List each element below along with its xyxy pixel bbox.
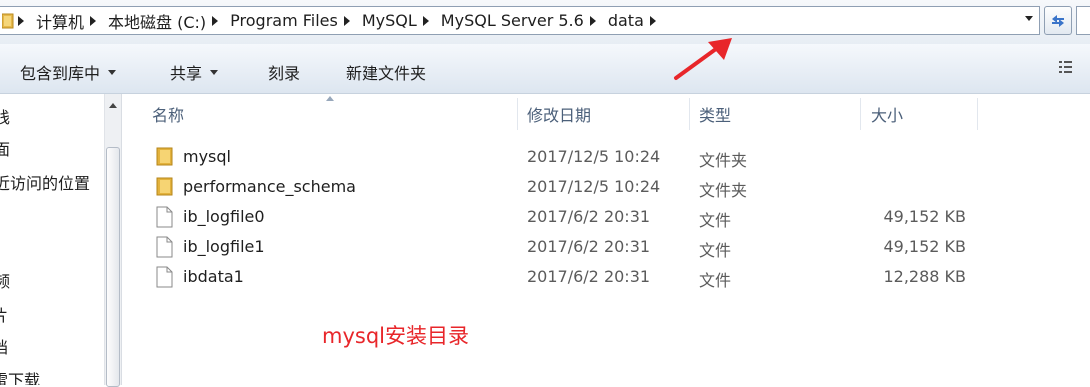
nav-item-recent-places[interactable]: 近访问的位置 bbox=[0, 170, 90, 194]
file-row[interactable]: ib_logfile1 2017/6/2 20:31 文件 49,152 KB bbox=[122, 232, 1090, 262]
breadcrumb-program-files[interactable]: Program Files bbox=[230, 11, 338, 30]
share-button[interactable]: 共享 bbox=[170, 60, 219, 84]
breadcrumb-computer[interactable]: 计算机 bbox=[36, 9, 84, 33]
include-in-library-label: 包含到库中 bbox=[20, 64, 101, 83]
nav-item[interactable]: 栈 bbox=[0, 104, 10, 128]
annotation-label: mysql安装目录 bbox=[322, 324, 469, 348]
column-header-size[interactable]: 大小 bbox=[871, 94, 971, 134]
file-icon bbox=[156, 206, 173, 228]
file-date: 2017/12/5 10:24 bbox=[527, 177, 661, 196]
navigation-pane: 栈 面 近访问的位置 频 片 档 雷下载 bbox=[0, 94, 104, 385]
view-options-icon[interactable] bbox=[1058, 59, 1078, 75]
breadcrumb-separator-icon[interactable] bbox=[589, 15, 596, 26]
breadcrumb: 计算机 本地磁盘 (C:) Program Files MySQL MySQL … bbox=[18, 7, 668, 34]
nav-item[interactable]: 面 bbox=[0, 136, 10, 160]
navigation-scrollbar[interactable] bbox=[104, 94, 122, 387]
breadcrumb-separator-icon[interactable] bbox=[18, 15, 24, 26]
breadcrumb-mysql[interactable]: MySQL bbox=[362, 11, 417, 30]
file-list: 名称 修改日期 类型 大小 mysql 2017/12/5 10:24 文件夹 … bbox=[122, 94, 1090, 385]
column-divider[interactable] bbox=[517, 98, 518, 130]
scroll-up-icon[interactable] bbox=[109, 103, 117, 108]
file-type: 文件 bbox=[699, 211, 732, 230]
new-folder-label: 新建文件夹 bbox=[346, 64, 427, 83]
refresh-icon bbox=[1052, 15, 1064, 27]
file-type: 文件 bbox=[699, 271, 732, 290]
file-type: 文件 bbox=[699, 241, 732, 260]
breadcrumb-mysql-server[interactable]: MySQL Server 5.6 bbox=[441, 11, 584, 30]
file-row[interactable]: performance_schema 2017/12/5 10:24 文件夹 bbox=[122, 172, 1090, 202]
breadcrumb-separator-icon[interactable] bbox=[422, 15, 429, 26]
column-divider[interactable] bbox=[977, 98, 978, 130]
chevron-down-icon bbox=[210, 69, 219, 75]
file-row[interactable]: ib_logfile0 2017/6/2 20:31 文件 49,152 KB bbox=[122, 202, 1090, 232]
file-type: 文件夹 bbox=[699, 151, 748, 170]
chevron-down-icon[interactable] bbox=[1025, 16, 1033, 21]
include-in-library-button[interactable]: 包含到库中 bbox=[20, 60, 117, 84]
breadcrumb-separator-icon[interactable] bbox=[90, 15, 97, 26]
chevron-down-icon bbox=[108, 69, 117, 75]
file-size: 49,152 KB bbox=[883, 207, 966, 226]
address-row: 计算机 本地磁盘 (C:) Program Files MySQL MySQL … bbox=[0, 0, 1090, 44]
file-date: 2017/6/2 20:31 bbox=[527, 237, 651, 256]
column-header-date-label: 修改日期 bbox=[527, 106, 592, 125]
refresh-button[interactable] bbox=[1044, 6, 1072, 35]
file-date: 2017/12/5 10:24 bbox=[527, 147, 661, 166]
file-name: ibdata1 bbox=[183, 267, 244, 286]
column-header-size-label: 大小 bbox=[871, 106, 904, 125]
file-name: mysql bbox=[183, 147, 231, 166]
nav-item[interactable]: 频 bbox=[0, 268, 10, 292]
breadcrumb-separator-icon[interactable] bbox=[212, 15, 219, 26]
file-icon bbox=[156, 266, 173, 288]
column-divider[interactable] bbox=[860, 98, 861, 130]
nav-item[interactable]: 档 bbox=[0, 334, 8, 358]
share-label: 共享 bbox=[170, 64, 203, 83]
file-size: 12,288 KB bbox=[883, 267, 966, 286]
scrollbar-thumb[interactable] bbox=[106, 147, 120, 387]
file-icon bbox=[156, 236, 173, 258]
file-name: ib_logfile0 bbox=[183, 207, 265, 226]
annotation-arrow-icon bbox=[674, 38, 732, 80]
breadcrumb-separator-icon[interactable] bbox=[343, 15, 350, 26]
burn-button[interactable]: 刻录 bbox=[268, 60, 300, 84]
search-input[interactable] bbox=[1076, 6, 1090, 35]
file-name: ib_logfile1 bbox=[183, 237, 265, 256]
folder-icon bbox=[156, 177, 173, 196]
column-header-type[interactable]: 类型 bbox=[699, 94, 859, 134]
breadcrumb-local-disk[interactable]: 本地磁盘 (C:) bbox=[108, 9, 206, 33]
column-divider[interactable] bbox=[689, 98, 690, 130]
column-header-name-label: 名称 bbox=[152, 106, 185, 125]
folder-icon bbox=[2, 13, 14, 29]
column-header-type-label: 类型 bbox=[699, 106, 732, 125]
toolbar: 包含到库中 共享 刻录 新建文件夹 bbox=[0, 44, 1090, 94]
file-row[interactable]: mysql 2017/12/5 10:24 文件夹 bbox=[122, 142, 1090, 172]
new-folder-button[interactable]: 新建文件夹 bbox=[346, 60, 426, 84]
column-header-name[interactable]: 名称 bbox=[152, 94, 516, 134]
file-size: 49,152 KB bbox=[883, 237, 966, 256]
nav-item[interactable]: 雷下载 bbox=[0, 367, 40, 385]
breadcrumb-separator-icon[interactable] bbox=[649, 15, 656, 26]
nav-item[interactable]: 片 bbox=[0, 302, 8, 326]
burn-label: 刻录 bbox=[268, 64, 301, 83]
folder-icon bbox=[156, 147, 173, 166]
breadcrumb-data[interactable]: data bbox=[608, 11, 644, 30]
file-row[interactable]: ibdata1 2017/6/2 20:31 文件 12,288 KB bbox=[122, 262, 1090, 292]
address-bar[interactable]: 计算机 本地磁盘 (C:) Program Files MySQL MySQL … bbox=[0, 6, 1040, 35]
column-header-date[interactable]: 修改日期 bbox=[527, 94, 687, 134]
file-date: 2017/6/2 20:31 bbox=[527, 207, 651, 226]
file-name: performance_schema bbox=[183, 177, 356, 196]
file-date: 2017/6/2 20:31 bbox=[527, 267, 651, 286]
file-type: 文件夹 bbox=[699, 181, 748, 200]
